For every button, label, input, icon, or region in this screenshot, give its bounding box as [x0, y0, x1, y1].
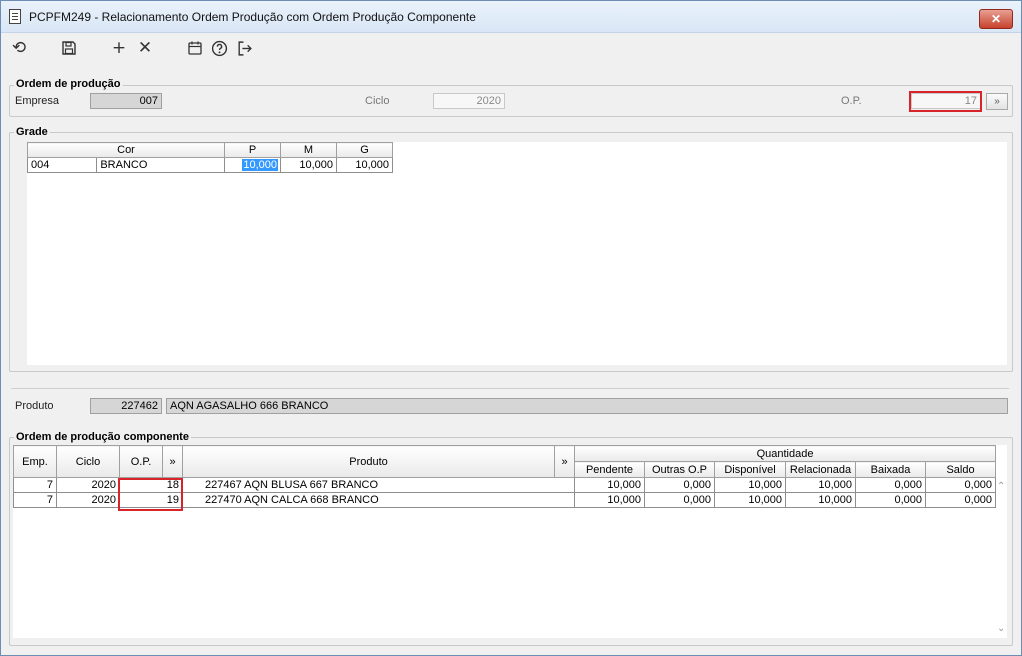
table-row[interactable]: 004 BRANCO 10,000 10,000 10,000: [26, 157, 393, 173]
header-ciclo: Ciclo: [56, 445, 120, 478]
header-disponivel: Disponível: [714, 461, 786, 478]
grade-cell-cor[interactable]: BRANCO: [96, 157, 225, 173]
header-pendente: Pendente: [574, 461, 645, 478]
grade-header-p: P: [224, 142, 281, 158]
header-baixada: Baixada: [855, 461, 926, 478]
cell-relacionada[interactable]: 10,000: [785, 492, 856, 508]
header-saldo: Saldo: [924, 461, 997, 478]
op-label: O.P.: [841, 95, 862, 107]
expand-produto-button[interactable]: »: [554, 445, 575, 478]
cell-baixada[interactable]: 0,000: [855, 477, 926, 493]
ordem-producao-legend: Ordem de produção: [14, 78, 123, 90]
help-icon[interactable]: [209, 38, 229, 58]
undo-icon[interactable]: ⟲: [9, 38, 29, 58]
window-title: PCPFM249 - Relacionamento Ordem Produção…: [29, 10, 476, 24]
header-op: O.P.: [119, 445, 163, 478]
cell-baixada[interactable]: 0,000: [855, 492, 926, 508]
grade-header-g: G: [336, 142, 393, 158]
grade-header-m: M: [280, 142, 337, 158]
op-rows-highlight-box: [118, 478, 183, 511]
document-icon: [9, 9, 21, 24]
cell-emp[interactable]: 7: [13, 477, 57, 493]
cell-ciclo[interactable]: 2020: [56, 492, 120, 508]
scroll-up-icon[interactable]: ⌃: [997, 481, 1005, 492]
toolbar: ⟲ + ✕: [1, 33, 1021, 63]
componente-legend: Ordem de produção componente: [14, 431, 191, 443]
grade-panel: [27, 142, 1007, 365]
divider: [11, 388, 1009, 389]
cell-pendente[interactable]: 10,000: [574, 492, 645, 508]
calendar-icon[interactable]: [185, 38, 205, 58]
cell-outras-op[interactable]: 0,000: [644, 477, 715, 493]
cell-disponivel[interactable]: 10,000: [714, 477, 786, 493]
produto-label: Produto: [15, 400, 54, 412]
op-highlight-box: [909, 91, 982, 112]
ciclo-field: 2020: [433, 93, 505, 109]
exit-icon[interactable]: [234, 38, 254, 58]
grade-cell-g[interactable]: 10,000: [336, 157, 393, 173]
header-produto: Produto: [182, 445, 555, 478]
title-bar: PCPFM249 - Relacionamento Ordem Produção…: [1, 1, 1021, 33]
cell-produto[interactable]: 227470 AQN CALCA 668 BRANCO: [182, 492, 575, 508]
cell-ciclo[interactable]: 2020: [56, 477, 120, 493]
grade-table: Cor P M G 004 BRANCO 10,000 10,000 10,00…: [26, 142, 393, 173]
header-relacionada: Relacionada: [785, 461, 856, 478]
grade-legend: Grade: [14, 126, 50, 138]
grade-header-cor: Cor: [27, 142, 225, 158]
produto-code-field: 227462: [90, 398, 162, 414]
op-lookup-button[interactable]: »: [986, 93, 1008, 110]
cell-relacionada[interactable]: 10,000: [785, 477, 856, 493]
empresa-field: 007: [90, 93, 162, 109]
delete-icon[interactable]: ✕: [135, 38, 155, 58]
close-button[interactable]: ✕: [979, 9, 1013, 29]
cell-pendente[interactable]: 10,000: [574, 477, 645, 493]
ciclo-label: Ciclo: [365, 95, 390, 107]
header-outras-op: Outras O.P: [644, 461, 715, 478]
cell-disponivel[interactable]: 10,000: [714, 492, 786, 508]
grade-cell-m[interactable]: 10,000: [280, 157, 337, 173]
save-icon[interactable]: [59, 38, 79, 58]
grade-cell-p[interactable]: 10,000: [224, 157, 281, 173]
expand-op-button[interactable]: »: [162, 445, 183, 478]
add-icon[interactable]: +: [109, 38, 129, 58]
cell-outras-op[interactable]: 0,000: [644, 492, 715, 508]
produto-desc-field: AQN AGASALHO 666 BRANCO: [166, 398, 1008, 414]
cell-saldo[interactable]: 0,000: [924, 477, 997, 493]
cell-emp[interactable]: 7: [13, 492, 57, 508]
grade-cell-p-value[interactable]: 10,000: [242, 159, 278, 171]
grade-cell-cod[interactable]: 004: [26, 157, 98, 173]
scroll-down-icon[interactable]: ⌄: [997, 623, 1005, 634]
header-emp: Emp.: [13, 445, 57, 478]
cell-produto[interactable]: 227467 AQN BLUSA 667 BRANCO: [182, 477, 575, 493]
cell-saldo[interactable]: 0,000: [924, 492, 997, 508]
empresa-label: Empresa: [15, 95, 60, 107]
main-window: PCPFM249 - Relacionamento Ordem Produção…: [0, 0, 1022, 656]
header-quantidade: Quantidade: [573, 445, 997, 462]
